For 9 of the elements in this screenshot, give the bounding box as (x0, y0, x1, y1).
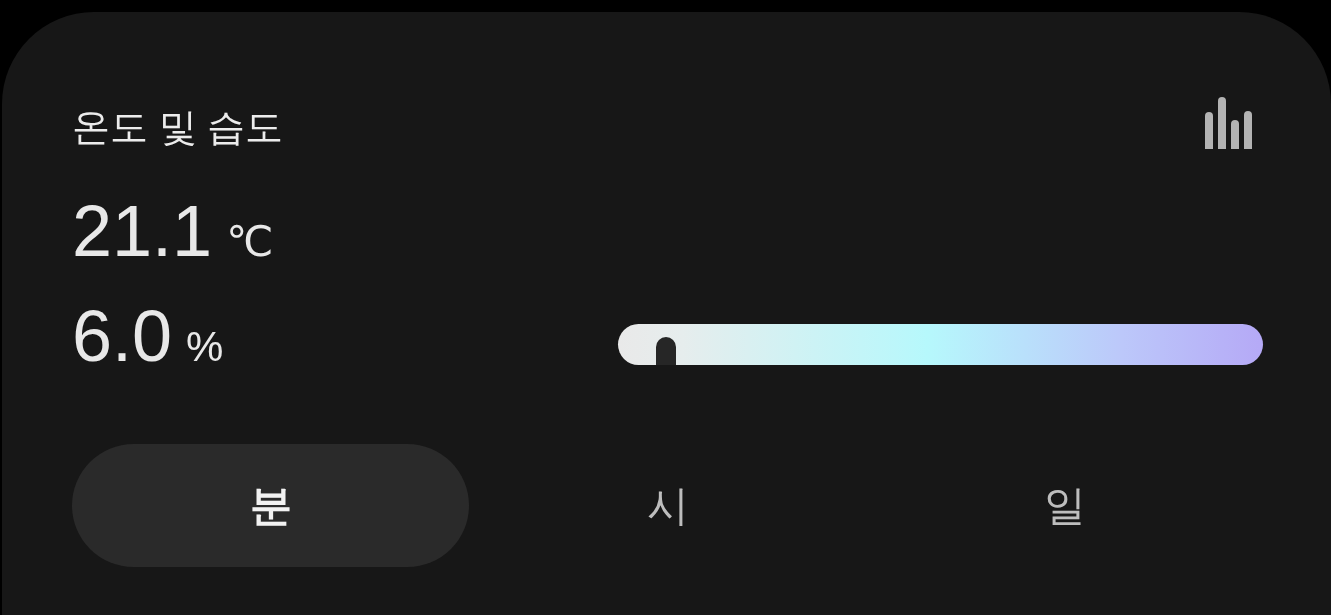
period-tab[interactable]: 시 (469, 444, 866, 567)
reading-value: 6.0 (72, 294, 173, 378)
period-tab[interactable]: 일 (866, 444, 1263, 567)
reading-value: 21.1 (72, 189, 213, 273)
card-title: 온도 및 습도 (72, 105, 284, 150)
period-tab[interactable]: 분 (72, 444, 469, 567)
reading-unit: % (186, 321, 224, 372)
bar-chart-icon[interactable] (1205, 95, 1252, 149)
reading-unit: ℃ (226, 216, 274, 267)
